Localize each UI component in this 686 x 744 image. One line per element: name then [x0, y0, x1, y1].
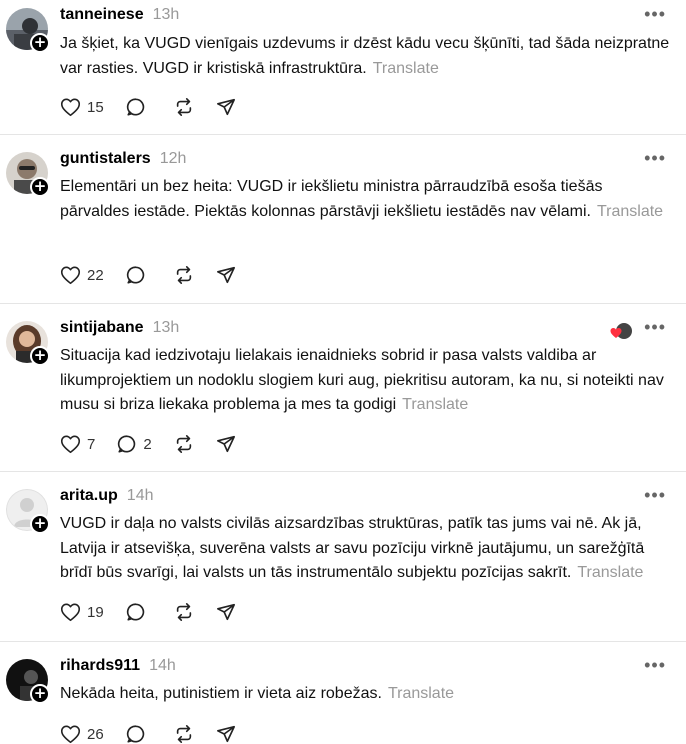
post: + guntistalers 12h ••• Elementāri un bez… [0, 135, 686, 304]
comment-icon [118, 435, 136, 453]
post-header: rihards911 14h [60, 657, 176, 679]
more-options-icon[interactable]: ••• [644, 317, 666, 338]
comment-icon [126, 266, 144, 284]
like-count: 26 [87, 725, 104, 743]
post-actions: 19 [60, 600, 258, 624]
more-options-icon[interactable]: ••• [644, 148, 666, 169]
post-header: guntistalers 12h [60, 150, 186, 172]
more-options-icon[interactable]: ••• [644, 4, 666, 25]
comment-icon [126, 725, 144, 743]
repost-icon [176, 435, 191, 453]
timestamp[interactable]: 12h [160, 150, 187, 168]
comment-icon [126, 603, 144, 621]
repost-icon [176, 98, 191, 116]
like-count: 19 [87, 603, 104, 621]
like-button[interactable]: 7 [60, 434, 95, 454]
username[interactable]: guntistalers [60, 150, 151, 168]
share-button[interactable] [216, 724, 236, 744]
send-icon [216, 435, 235, 453]
post-body: Nekāda heita, putinistiem ir vieta aiz r… [60, 685, 382, 702]
translate-link[interactable]: Translate [577, 564, 643, 581]
post-text: Elementāri un bez heita: VUGD ir iekšlie… [60, 175, 670, 224]
repost-button[interactable] [174, 602, 194, 622]
post-body: Ja šķiet, ka VUGD vienīgais uzdevums ir … [60, 35, 670, 77]
share-button[interactable] [216, 602, 236, 622]
repost-button[interactable] [174, 265, 194, 285]
translate-link[interactable]: Translate [402, 396, 468, 413]
heart-icon [60, 98, 81, 117]
username[interactable]: arita.up [60, 487, 118, 505]
more-options-icon[interactable]: ••• [644, 485, 666, 506]
post-actions: 22 [60, 263, 258, 287]
post: + tanneinese 13h ••• Ja šķiet, ka VUGD v… [0, 0, 686, 135]
post: + arita.up 14h ••• VUGD ir daļa no valst… [0, 472, 686, 642]
post: + sintijabane 13h ••• Situacija kad iedz… [0, 304, 686, 472]
post-text: Ja šķiet, ka VUGD vienīgais uzdevums ir … [60, 32, 670, 81]
reply-button[interactable] [126, 602, 152, 622]
timestamp[interactable]: 14h [127, 487, 154, 505]
comment-icon [126, 98, 144, 116]
more-options-icon[interactable]: ••• [644, 655, 666, 676]
timestamp[interactable]: 13h [153, 319, 180, 337]
send-icon [216, 266, 235, 284]
post-actions: 15 [60, 95, 258, 119]
post-header: sintijabane 13h [60, 319, 179, 341]
post-body: Situacija kad iedzivotaju lielakais iena… [60, 347, 664, 413]
reply-button[interactable] [126, 97, 152, 117]
timestamp[interactable]: 13h [153, 6, 180, 24]
share-button[interactable] [216, 265, 236, 285]
timestamp[interactable]: 14h [149, 657, 176, 675]
follow-plus-icon[interactable]: + [30, 177, 50, 197]
repost-icon [176, 603, 191, 621]
username[interactable]: rihards911 [60, 657, 140, 675]
author-liked-badge [610, 322, 632, 342]
translate-link[interactable]: Translate [597, 203, 663, 220]
username[interactable]: sintijabane [60, 319, 144, 337]
share-button[interactable] [216, 434, 236, 454]
post: + rihards911 14h ••• Nekāda heita, putin… [0, 642, 686, 744]
post-body: Elementāri un bez heita: VUGD ir iekšlie… [60, 178, 603, 220]
like-button[interactable]: 19 [60, 602, 104, 622]
post-header: tanneinese 13h [60, 6, 179, 28]
repost-button[interactable] [174, 724, 194, 744]
post-actions: 7 2 [60, 432, 258, 456]
reply-button[interactable]: 2 [117, 434, 152, 454]
heart-icon [60, 435, 81, 454]
like-button[interactable]: 22 [60, 265, 104, 285]
send-icon [216, 603, 235, 621]
post-header: arita.up 14h [60, 487, 154, 509]
translate-link[interactable]: Translate [373, 60, 439, 77]
heart-icon [60, 603, 81, 622]
translate-link[interactable]: Translate [388, 685, 454, 702]
send-icon [216, 98, 235, 116]
repost-icon [176, 266, 191, 284]
post-text: Nekāda heita, putinistiem ir vieta aiz r… [60, 682, 670, 707]
post-text: VUGD ir daļa no valsts civilās aizsardzī… [60, 512, 670, 586]
like-button[interactable]: 15 [60, 97, 104, 117]
like-button[interactable]: 26 [60, 724, 104, 744]
follow-plus-icon[interactable]: + [30, 33, 50, 53]
repost-icon [176, 725, 191, 743]
repost-button[interactable] [174, 97, 194, 117]
reply-count: 2 [143, 435, 152, 453]
like-count: 7 [87, 435, 96, 453]
heart-icon [60, 725, 81, 744]
share-button[interactable] [216, 97, 236, 117]
username[interactable]: tanneinese [60, 6, 144, 24]
repost-button[interactable] [174, 434, 194, 454]
like-count: 22 [87, 266, 104, 284]
post-actions: 26 [60, 722, 258, 744]
post-text: Situacija kad iedzivotaju lielakais iena… [60, 344, 670, 418]
follow-plus-icon[interactable]: + [30, 346, 50, 366]
send-icon [216, 725, 235, 743]
like-count: 15 [87, 98, 104, 116]
post-body: VUGD ir daļa no valsts civilās aizsardzī… [60, 515, 645, 581]
follow-plus-icon[interactable]: + [30, 684, 50, 704]
reply-button[interactable] [126, 724, 152, 744]
reply-button[interactable] [126, 265, 152, 285]
heart-icon [60, 266, 81, 285]
follow-plus-icon[interactable]: + [30, 514, 50, 534]
